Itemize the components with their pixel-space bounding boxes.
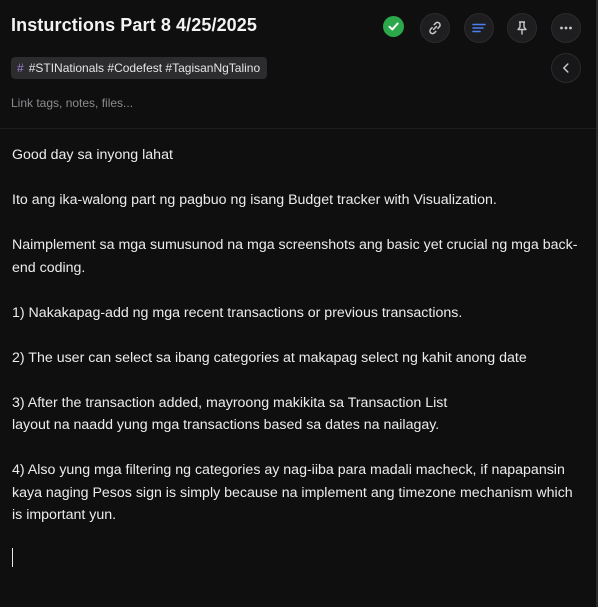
list-item-2: 2) The user can select sa ibang categori…	[12, 349, 527, 366]
check-circle-icon[interactable]	[383, 16, 404, 37]
pin-button[interactable]	[507, 13, 537, 43]
list-item-4: 4) Also yung mga filtering ng categories…	[12, 462, 573, 523]
tags-chip[interactable]: # #STINationals #Codefest #TagisanNgTali…	[11, 57, 268, 79]
chevron-left-icon	[563, 63, 569, 73]
outline-button[interactable]	[464, 13, 494, 43]
more-icon	[560, 26, 572, 30]
more-button[interactable]	[551, 13, 581, 43]
paragraph-greeting: Good day sa inyong lahat	[12, 147, 173, 163]
paragraph-implemented: Naimplement sa mga sumusunod na mga scre…	[12, 237, 578, 276]
tags-text: #STINationals #Codefest #TagisanNgTalino	[28, 61, 261, 75]
link-tags-input[interactable]: Link tags, notes, files...	[11, 96, 133, 110]
link-button[interactable]	[420, 13, 450, 43]
list-icon	[472, 23, 486, 33]
note-title[interactable]: Insturctions Part 8 4/25/2025	[11, 15, 257, 36]
tag-hash-icon: #	[17, 61, 24, 75]
list-item-3-line-2: layout na naadd yung mga transactions ba…	[12, 417, 440, 433]
text-cursor	[12, 548, 13, 567]
pin-icon	[517, 21, 527, 35]
checkmark-icon	[388, 22, 399, 31]
collapse-button[interactable]	[551, 53, 581, 83]
note-header: Insturctions Part 8 4/25/2025 # #STINati…	[0, 0, 596, 129]
list-item-1: 1) Nakakapag-add ng mga recent transacti…	[12, 304, 463, 321]
paragraph-intro: Ito ang ika-walong part ng pagbuo ng isa…	[12, 192, 497, 208]
note-body[interactable]: Good day sa inyong lahat Ito ang ika-wal…	[12, 144, 582, 527]
list-item-3-line-1: 3) After the transaction added, mayroong…	[12, 394, 448, 411]
link-icon	[429, 21, 441, 35]
